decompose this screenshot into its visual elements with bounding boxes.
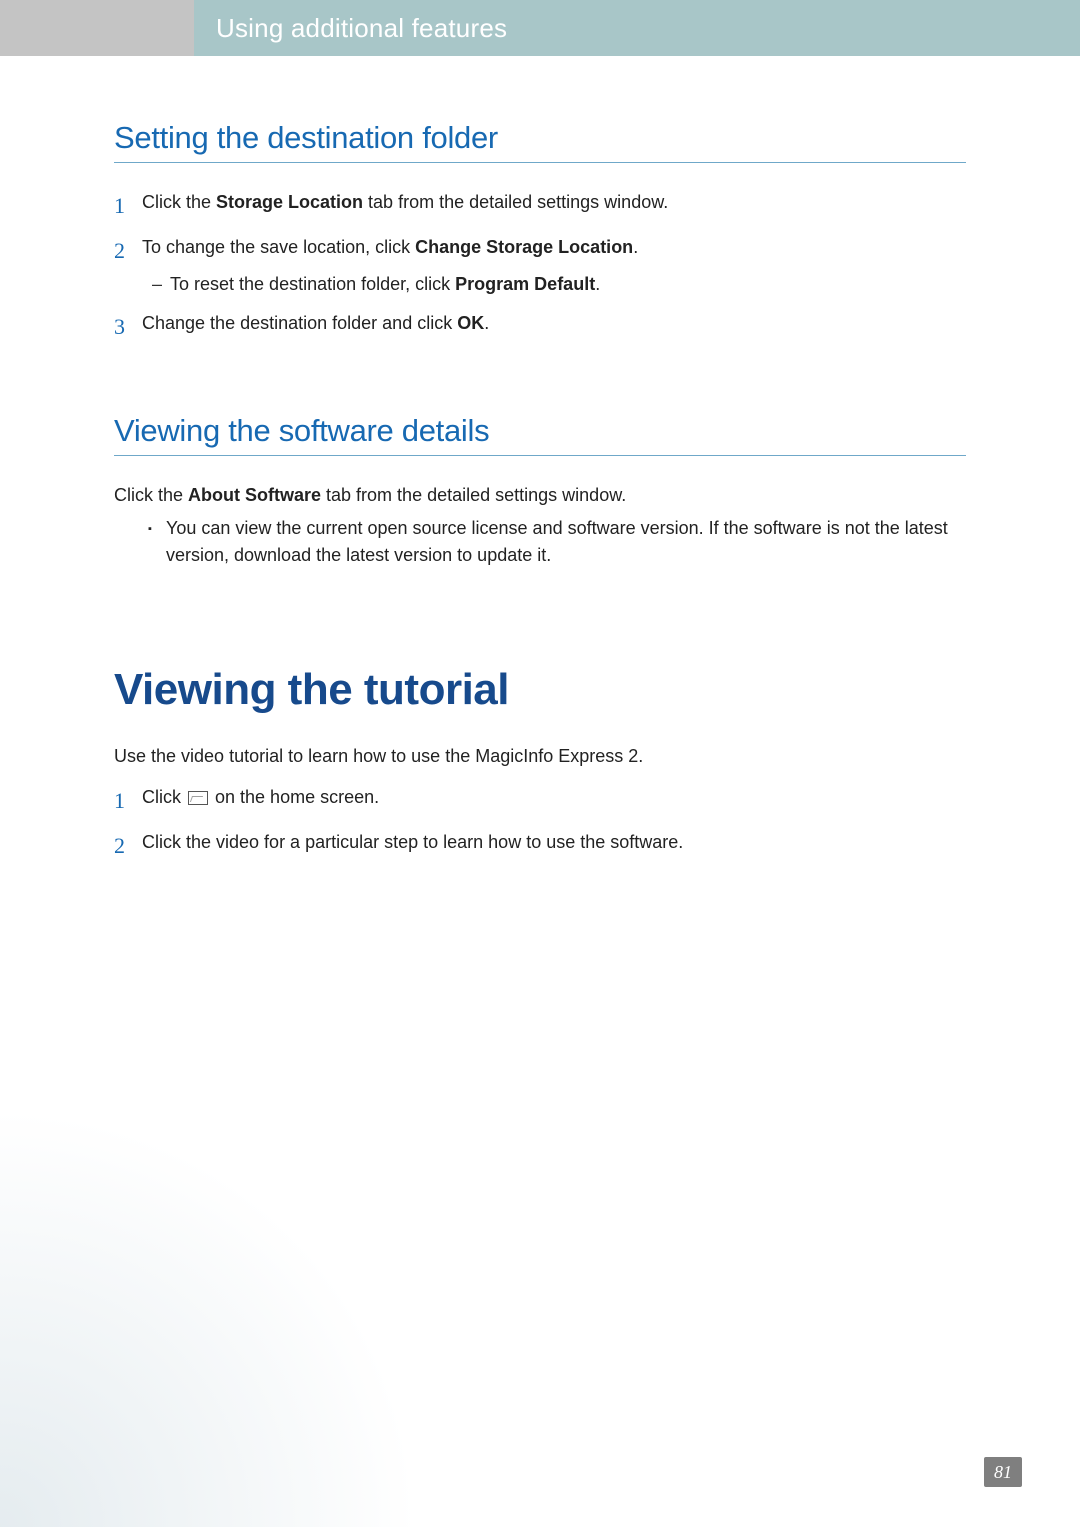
step-text: on the home screen.: [215, 787, 379, 807]
step-number: 3: [114, 310, 142, 343]
step-number: 2: [114, 234, 142, 267]
step-text: .: [484, 313, 489, 333]
intro-text-bold: About Software: [188, 485, 321, 505]
step-number: 2: [114, 829, 142, 862]
step-body: Click the Storage Location tab from the …: [142, 189, 966, 216]
step-text-bold: Storage Location: [216, 192, 363, 212]
bullet-item: ▪ You can view the current open source l…: [148, 515, 966, 569]
section-heading-software-details: Viewing the software details: [114, 413, 966, 456]
step-text: To change the save location, click: [142, 237, 415, 257]
step-text: Click: [142, 787, 186, 807]
page-number: 81: [994, 1462, 1012, 1483]
page-content: Setting the destination folder 1 Click t…: [114, 120, 966, 874]
section2-intro: Click the About Software tab from the de…: [114, 482, 966, 509]
bullet-icon: ▪: [148, 515, 166, 538]
step-text-bold: Change Storage Location: [415, 237, 633, 257]
step-subtext: .: [595, 274, 600, 294]
header-tab-inactive: [0, 0, 194, 56]
bullet-text: You can view the current open source lic…: [166, 515, 966, 569]
step-text: Click the: [142, 192, 216, 212]
step-number: 1: [114, 189, 142, 222]
step-subtext: To reset the destination folder, click: [170, 274, 455, 294]
step-subtext-bold: Program Default: [455, 274, 595, 294]
step-text: Change the destination folder and click: [142, 313, 457, 333]
header-tab-active: Using additional features: [194, 0, 1080, 56]
dash-icon: –: [152, 271, 170, 298]
background-gradient: [0, 1107, 420, 1527]
step-text: tab from the detailed settings window.: [363, 192, 668, 212]
header-tab-label: Using additional features: [216, 13, 507, 44]
intro-text: tab from the detailed settings window.: [321, 485, 626, 505]
step-text-bold: OK: [457, 313, 484, 333]
step-number: 1: [114, 784, 142, 817]
tutorial-icon: [188, 791, 208, 805]
step-text: Click the video for a particular step to…: [142, 829, 966, 856]
step-body: Change the destination folder and click …: [142, 310, 966, 337]
section3-intro: Use the video tutorial to learn how to u…: [114, 743, 966, 770]
section-heading-destination-folder: Setting the destination folder: [114, 120, 966, 163]
main-heading-tutorial: Viewing the tutorial: [114, 665, 966, 715]
step-row: 2 To change the save location, click Cha…: [114, 234, 966, 298]
step-row: 3 Change the destination folder and clic…: [114, 310, 966, 343]
step-row: 2 Click the video for a particular step …: [114, 829, 966, 862]
steps-tutorial: 1 Click on the home screen. 2 Click the …: [114, 784, 966, 862]
step-body: To change the save location, click Chang…: [142, 234, 966, 298]
intro-text: Click the: [114, 485, 188, 505]
steps-destination-folder: 1 Click the Storage Location tab from th…: [114, 189, 966, 343]
step-body: Click on the home screen.: [142, 784, 966, 811]
step-body: Click the video for a particular step to…: [142, 829, 966, 856]
step-subitem: – To reset the destination folder, click…: [152, 271, 966, 298]
step-text: .: [633, 237, 638, 257]
page-number-badge: 81: [984, 1457, 1022, 1487]
step-row: 1 Click on the home screen.: [114, 784, 966, 817]
step-row: 1 Click the Storage Location tab from th…: [114, 189, 966, 222]
